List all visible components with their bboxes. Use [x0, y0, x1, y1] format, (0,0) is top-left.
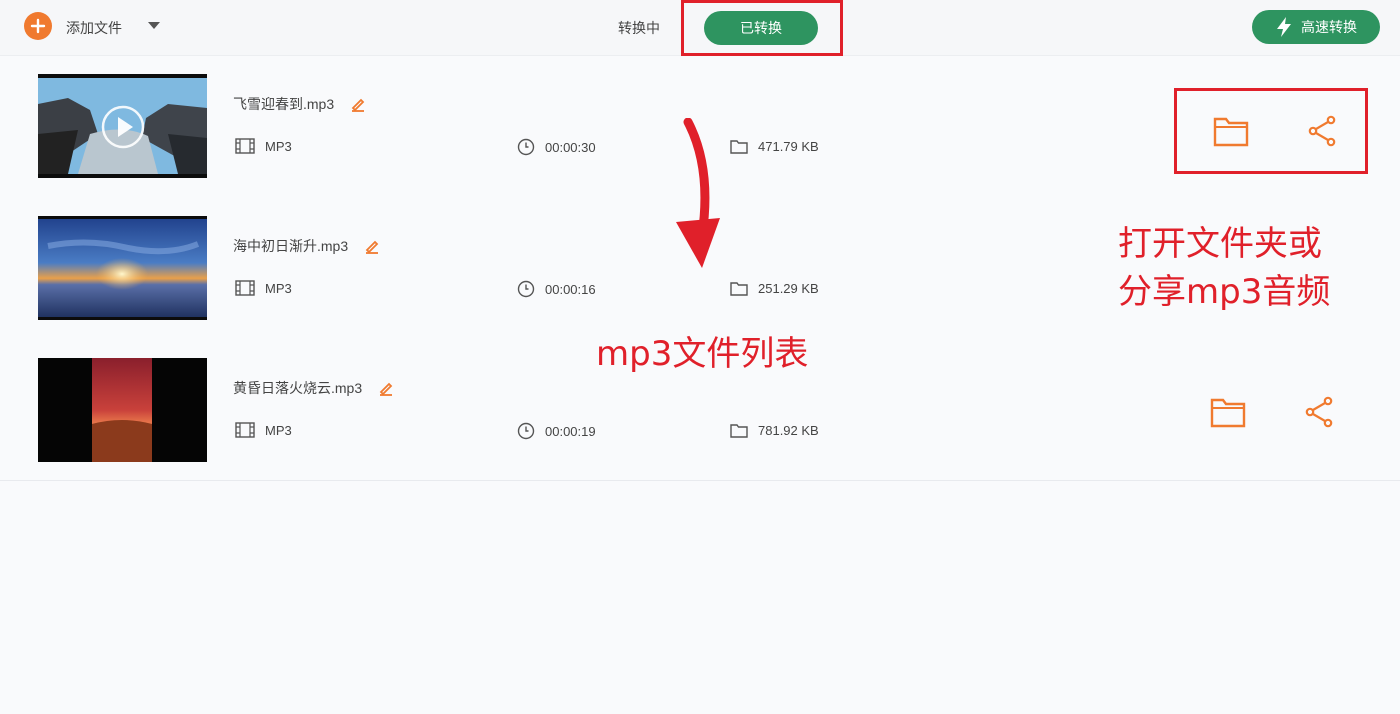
file-name: 黄昏日落火烧云.mp3	[233, 378, 394, 398]
file-size: 471.79 KB	[730, 138, 819, 154]
film-icon	[235, 280, 255, 296]
file-name-text: 飞雪迎春到.mp3	[233, 96, 335, 112]
edit-icon[interactable]	[350, 96, 366, 112]
add-file-label[interactable]: 添加文件	[66, 18, 122, 38]
list-divider	[0, 480, 1400, 481]
edit-icon[interactable]	[378, 380, 394, 396]
tab-converting[interactable]: 转换中	[618, 18, 660, 38]
chevron-down-icon[interactable]	[148, 22, 160, 29]
film-icon	[235, 422, 255, 438]
annotation-actions-note: 打开文件夹或 分享mp3音频	[1118, 224, 1331, 312]
film-icon	[235, 138, 255, 154]
file-name-text: 黄昏日落火烧云.mp3	[233, 380, 363, 396]
folder-icon[interactable]	[1210, 396, 1246, 428]
clock-icon	[517, 422, 535, 440]
edit-icon[interactable]	[364, 238, 380, 254]
plus-icon	[30, 18, 46, 34]
file-duration: 00:00:19	[517, 422, 596, 440]
share-icon[interactable]	[1304, 396, 1334, 428]
file-name: 飞雪迎春到.mp3	[233, 94, 366, 114]
add-file-button[interactable]	[24, 12, 52, 40]
clock-icon	[517, 138, 535, 156]
thumbnail-2[interactable]	[38, 216, 207, 320]
turbo-convert-button[interactable]: 高速转换	[1252, 10, 1380, 44]
file-name-text: 海中初日渐升.mp3	[233, 238, 349, 254]
thumbnail-3[interactable]	[38, 358, 207, 462]
clock-icon	[517, 280, 535, 298]
folder-icon	[730, 424, 748, 438]
file-name: 海中初日渐升.mp3	[233, 236, 380, 256]
folder-icon	[730, 140, 748, 154]
file-actions-highlight	[1174, 88, 1368, 174]
file-format: MP3	[235, 138, 292, 154]
file-duration: 00:00:16	[517, 280, 596, 298]
toolbar: 添加文件 转换中 已转换 高速转换	[0, 0, 1400, 56]
tab-converted-highlight: 已转换	[681, 0, 843, 56]
file-duration: 00:00:30	[517, 138, 596, 156]
tab-converted[interactable]: 已转换	[704, 11, 818, 45]
share-icon[interactable]	[1307, 115, 1337, 147]
thumbnail-1[interactable]	[38, 74, 207, 178]
play-icon[interactable]	[100, 104, 146, 150]
lightning-icon	[1277, 17, 1291, 37]
file-format: MP3	[235, 280, 292, 296]
annotation-list-note: mp3文件列表	[596, 334, 809, 374]
file-actions	[1174, 372, 1368, 458]
folder-icon[interactable]	[1213, 115, 1249, 147]
file-size: 251.29 KB	[730, 280, 819, 296]
file-format: MP3	[235, 422, 292, 438]
turbo-convert-label: 高速转换	[1301, 19, 1357, 35]
folder-icon	[730, 282, 748, 296]
file-size: 781.92 KB	[730, 422, 819, 438]
annotation-arrow	[676, 118, 720, 268]
